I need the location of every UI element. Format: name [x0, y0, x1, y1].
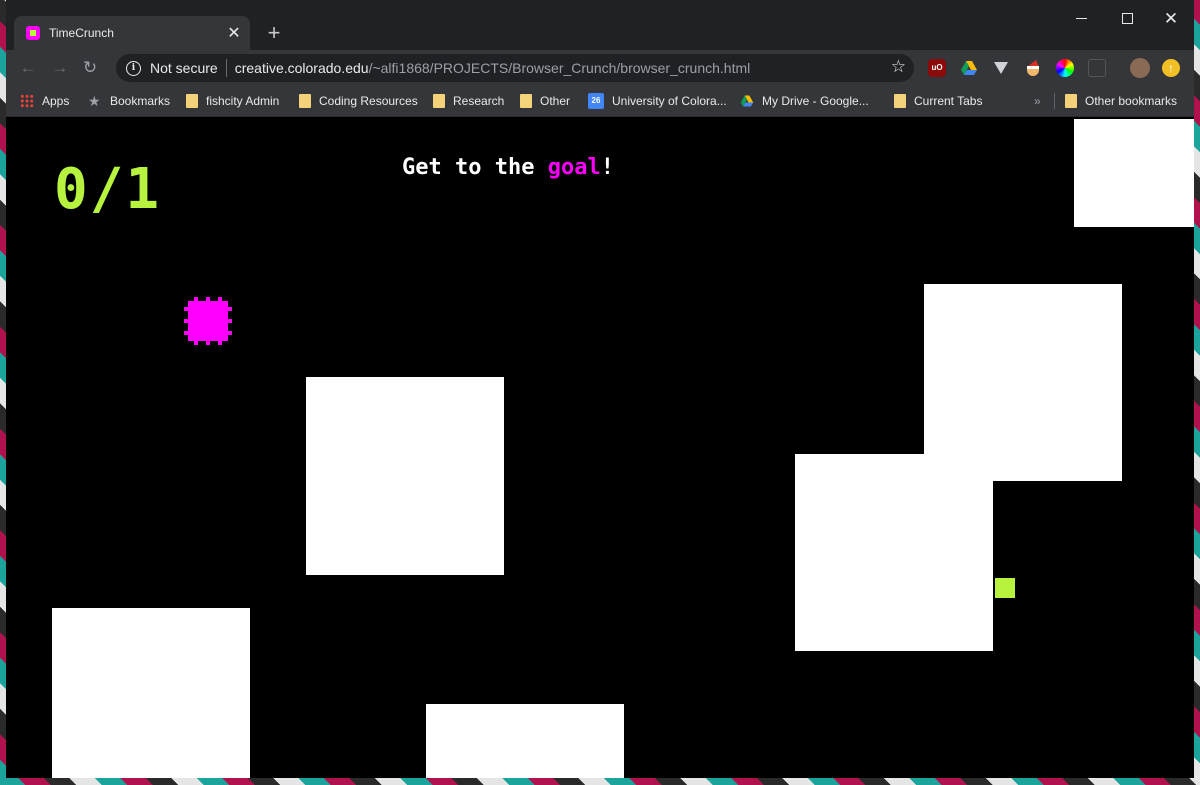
bookmark-label: Bookmarks [110, 94, 171, 108]
obstacle-block [795, 454, 993, 651]
bookmark-other-bookmarks[interactable]: Other bookmarks [1065, 92, 1177, 110]
obstacle-block [426, 704, 624, 778]
ublock-icon[interactable]: uO [928, 59, 946, 77]
obstacle-block [306, 377, 504, 575]
santa-hat-icon[interactable] [1024, 59, 1042, 77]
star-icon: ★ [88, 93, 101, 109]
instruction-prefix: Get to the [402, 155, 548, 180]
bookmark-fishcity-admin[interactable]: fishcity Admin [186, 92, 279, 110]
bookmark-label: Other bookmarks [1085, 94, 1178, 108]
bookmark-label: Current Tabs [914, 94, 983, 108]
folder-icon [186, 94, 198, 108]
reload-icon: ↻ [82, 58, 98, 77]
goal-counter: 0/1 [54, 157, 162, 222]
folder-icon [299, 94, 311, 108]
bookmark-label: Other [540, 94, 571, 108]
bookmarks-bar: Apps ★ Bookmarks fishcity Admin Coding R… [6, 86, 1194, 117]
close-window-button[interactable]: ✕ [1148, 0, 1194, 36]
address-bar[interactable]: i Not secure creative.colorado.edu/~alfi… [116, 54, 914, 82]
bookmark-apps[interactable]: Apps [20, 92, 69, 110]
bookmark-research[interactable]: Research [433, 92, 504, 110]
google-drive-icon [740, 94, 754, 108]
bookmark-university[interactable]: 26 University of Colora... [588, 92, 727, 110]
bookmark-label: fishcity Admin [206, 94, 280, 108]
tab-close-icon[interactable]: ✕ [222, 23, 246, 43]
bookmarks-overflow-icon[interactable]: » [1034, 94, 1041, 108]
reload-button[interactable]: ↻ [80, 58, 100, 78]
vivaldi-v-icon[interactable] [992, 59, 1010, 77]
forward-button[interactable]: → [50, 58, 70, 78]
folder-icon [894, 94, 906, 108]
bookmark-current-tabs[interactable]: Current Tabs [894, 92, 982, 110]
toolbar: ← → ↻ i Not secure creative.colorado.edu… [6, 50, 1194, 86]
apps-icon [20, 94, 34, 108]
bookmark-label: My Drive - Google... [762, 94, 869, 108]
back-button[interactable]: ← [18, 58, 38, 78]
obstacle-block [924, 284, 1122, 481]
instruction-goal-word: goal [547, 155, 601, 180]
calendar-icon: 26 [588, 93, 604, 109]
bookmark-other[interactable]: Other [520, 92, 570, 110]
update-icon[interactable]: ↑ [1162, 59, 1180, 77]
avatar[interactable] [1130, 58, 1150, 78]
obstacle-block [52, 608, 250, 778]
extension-icon[interactable] [1088, 59, 1106, 77]
bookmark-my-drive[interactable]: My Drive - Google... [740, 92, 869, 110]
instruction-suffix: ! [600, 155, 614, 180]
arrow-left-icon: ← [19, 58, 37, 77]
timecrunch-favicon-icon [26, 26, 40, 40]
info-icon[interactable]: i [126, 60, 141, 76]
bookmark-coding-resources[interactable]: Coding Resources [299, 92, 418, 110]
url-host[interactable]: creative.colorado.edu [235, 60, 369, 76]
bookmark-bookmarks[interactable]: ★ Bookmarks [88, 92, 170, 110]
omnibox-divider [225, 59, 227, 77]
url-path[interactable]: /~alfi1868/PROJECTS/Browser_Crunch/brows… [369, 60, 751, 76]
minimize-icon [1075, 17, 1087, 19]
tab-title: TimeCrunch [49, 26, 114, 40]
security-label[interactable]: Not secure [150, 60, 218, 76]
bookmarks-divider [1054, 93, 1055, 109]
new-tab-button[interactable]: + [262, 21, 286, 45]
bookmark-label: Coding Resources [319, 94, 418, 108]
instruction-text: Get to the goal! [402, 155, 614, 180]
bookmark-label: University of Colora... [612, 94, 727, 108]
folder-icon [433, 94, 445, 108]
maximize-button[interactable] [1104, 0, 1150, 36]
tab-strip: TimeCrunch ✕ + ✕ [6, 0, 1194, 50]
folder-icon [1065, 94, 1077, 108]
browser-window: TimeCrunch ✕ + ✕ ← → ↻ i Not secure crea… [6, 0, 1194, 778]
obstacle-block [1074, 119, 1194, 227]
google-drive-icon[interactable] [960, 59, 978, 77]
close-icon: ✕ [1163, 8, 1179, 28]
bookmark-label: Apps [42, 94, 70, 108]
folder-icon [520, 94, 532, 108]
bookmark-star-icon[interactable]: ☆ [891, 57, 906, 77]
minimize-button[interactable] [1058, 0, 1104, 36]
arrow-right-icon: → [51, 58, 69, 77]
bookmark-label: Research [453, 94, 505, 108]
color-wheel-icon[interactable] [1056, 59, 1074, 77]
game-canvas[interactable]: 0/1 Get to the goal! [6, 117, 1194, 778]
player-character[interactable] [184, 297, 232, 345]
tab-timecrunch[interactable]: TimeCrunch ✕ [14, 16, 250, 50]
maximize-icon [1121, 12, 1133, 24]
goal-square [995, 578, 1015, 598]
